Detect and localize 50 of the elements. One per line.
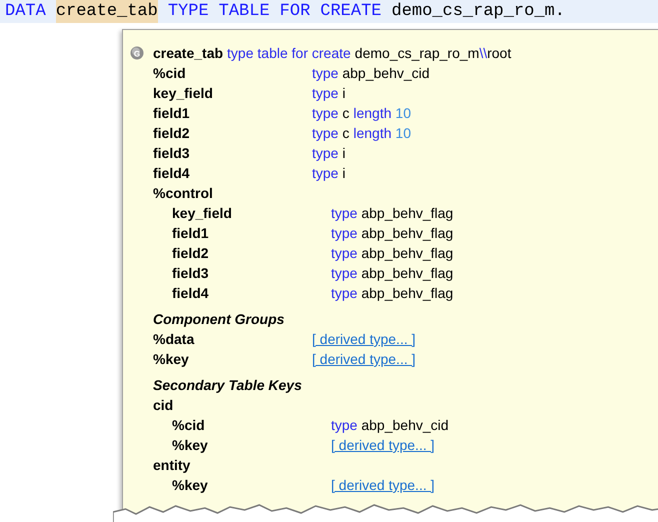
- type-declaration: type abp_behv_flag: [331, 264, 454, 283]
- component-name: field1: [172, 225, 209, 241]
- component-name: %key: [153, 351, 189, 367]
- entity-name: demo_cs_rap_ro_m: [354, 45, 480, 61]
- component-name: key_field: [172, 205, 232, 221]
- section-heading: Component Groups: [153, 310, 286, 329]
- type-declaration: type i: [312, 164, 346, 183]
- type-declaration: type c length 10: [312, 104, 411, 123]
- component-name: field1: [153, 105, 190, 121]
- code-token: TABLE: [218, 1, 270, 23]
- code-token: demo_cs_rap_ro_m.: [392, 1, 565, 23]
- type-declaration: type i: [312, 144, 346, 163]
- type-declaration: type abp_behv_cid: [312, 64, 430, 83]
- type-declaration: type abp_behv_flag: [331, 244, 454, 263]
- type-declaration: type i: [312, 84, 346, 103]
- derived-type-link[interactable]: [ derived type... ]: [312, 349, 416, 369]
- component-name: %control: [153, 185, 213, 201]
- code-token: FOR: [280, 1, 310, 23]
- component-name: cid: [153, 397, 174, 413]
- code-token: CREATE: [320, 1, 382, 23]
- type-declaration: type c length 10: [312, 124, 411, 143]
- variable-name: create_tab: [153, 45, 224, 61]
- component-name: field4: [172, 285, 209, 301]
- type-declaration: type abp_behv_flag: [331, 224, 454, 243]
- component-name: %cid: [153, 65, 186, 81]
- type-declaration: type abp_behv_cid: [331, 416, 449, 435]
- component-name: %data: [153, 331, 194, 347]
- code-token: create_tab: [56, 0, 158, 23]
- component-name: %key: [172, 437, 208, 453]
- type-declaration: type abp_behv_flag: [331, 204, 454, 223]
- generic-type-icon: G: [130, 46, 144, 60]
- component-name: %key: [172, 477, 208, 493]
- section-heading: Secondary Table Keys: [153, 376, 303, 395]
- node-name: root: [487, 45, 512, 61]
- component-name: field3: [172, 265, 209, 281]
- derived-type-link[interactable]: [ derived type... ]: [331, 435, 434, 455]
- derived-type-link[interactable]: [ derived type... ]: [331, 475, 434, 495]
- component-name: key_field: [153, 85, 213, 101]
- component-name: field2: [172, 245, 209, 261]
- path-separator: \\: [479, 45, 488, 61]
- component-name: %cid: [172, 417, 205, 433]
- component-name: field2: [153, 125, 190, 141]
- code-token: TYPE: [168, 1, 209, 23]
- component-name: entity: [153, 457, 190, 473]
- code-token: DATA: [5, 1, 46, 23]
- component-name: field3: [153, 145, 190, 161]
- type-keyword: type table for create: [227, 45, 351, 61]
- derived-type-link[interactable]: [ derived type... ]: [312, 329, 416, 349]
- component-name: field4: [153, 165, 190, 181]
- type-declaration: type abp_behv_flag: [331, 284, 454, 303]
